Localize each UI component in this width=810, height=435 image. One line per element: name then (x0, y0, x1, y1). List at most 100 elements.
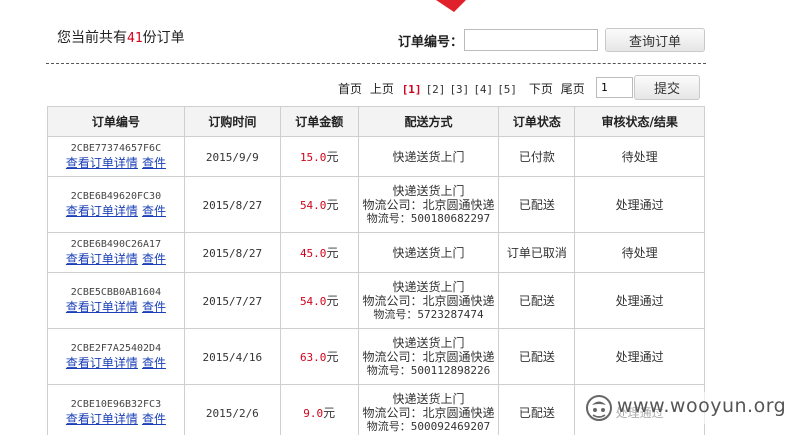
order-date: 2015/8/27 (202, 246, 263, 260)
last-page-link[interactable]: 尾页 (561, 82, 585, 96)
order-time-cell: 2015/8/27 (183, 232, 281, 273)
order-time-cell: 2015/4/16 (183, 328, 281, 385)
order-date: 2015/2/6 (205, 406, 259, 420)
order-id: 2CBE2F7A25402D4 (70, 342, 162, 354)
shipping-cell: 快递送货上门 (357, 232, 500, 273)
order-id: 2CBE77374657F6C (70, 142, 162, 154)
view-order-detail-link[interactable]: 查看订单详情 (66, 252, 138, 266)
order-id-cell: 2CBE6B49620FC30 查看订单详情 查件 (47, 176, 185, 233)
shipping-line: 快递送货上门 (392, 335, 465, 350)
order-id-cell: 2CBE6B490C26A17 查看订单详情 查件 (47, 232, 185, 273)
shipping-cell: 快递送货上门 (357, 136, 500, 177)
page-number-input[interactable] (596, 77, 633, 98)
order-date: 2015/8/27 (202, 198, 263, 212)
shipping-line: 快递送货上门 (392, 279, 465, 294)
shipping-line: 物流号：500180682297 (366, 211, 491, 225)
dashed-divider (46, 63, 706, 64)
order-id-cell: 2CBE2F7A25402D4 查看订单详情 查件 (47, 328, 185, 385)
order-id-cell: 2CBE10E96B32FC3 查看订单详情 查件 (47, 384, 185, 435)
view-order-detail-link[interactable]: 查看订单详情 (66, 356, 138, 370)
page-link-2[interactable]: [2] (426, 83, 446, 96)
order-id-input[interactable] (464, 29, 598, 51)
view-order-detail-link[interactable]: 查看订单详情 (66, 156, 138, 170)
table-row: 2CBE2F7A25402D4 查看订单详情 查件 2015/4/16 63.0元 快递送… (47, 328, 705, 385)
order-count-text: 您当前共有41份订单 (57, 30, 185, 46)
col-header-review: 审核状态/结果 (574, 106, 705, 137)
currency-unit: 元 (326, 350, 339, 364)
col-header-status: 订单状态 (498, 106, 576, 137)
amount-cell: 15.0元 (279, 136, 359, 177)
amount-cell: 54.0元 (279, 272, 359, 329)
order-id: 2CBE10E96B32FC3 (70, 398, 162, 410)
prev-page-link[interactable]: 上页 (370, 82, 394, 96)
page-link-3[interactable]: [3] (449, 83, 469, 96)
shipping-line: 物流号：5723287474 (373, 307, 484, 321)
table-row: 2CBE6B49620FC30 查看订单详情 查件 2015/8/27 54.0元 快递送… (47, 176, 705, 233)
page-submit-button[interactable]: 提交 (634, 75, 700, 100)
order-date: 2015/9/9 (205, 150, 259, 164)
shipping-cell: 快递送货上门 物流公司：北京圆通快递 物流号：500180682297 (357, 176, 500, 233)
shipping-cell: 快递送货上门 物流公司：北京圆通快递 物流号：500112898226 (357, 328, 500, 385)
review-cell: 处理通过 (574, 176, 705, 233)
track-shipment-link[interactable]: 查件 (142, 412, 166, 426)
table-header-row: 订单编号 订购时间 订单金额 配送方式 订单状态 审核状态/结果 (47, 106, 705, 137)
track-shipment-link[interactable]: 查件 (142, 252, 166, 266)
amount-cell: 45.0元 (279, 232, 359, 273)
order-id-label: 订单编号： (398, 35, 464, 50)
order-id: 2CBE5CBB0AB1604 (70, 286, 162, 298)
page-link-1[interactable]: [1] (402, 83, 422, 96)
status-cell: 已配送 (498, 176, 576, 233)
order-amount: 63.0 (299, 351, 327, 364)
shipping-line: 快递送货上门 (392, 391, 465, 406)
shipping-line: 物流公司：北京圆通快递 (362, 197, 495, 212)
order-count: 41 (127, 31, 143, 46)
table-row: 2CBE77374657F6C 查看订单详情 查件 2015/9/9 15.0元 快递送货… (47, 136, 705, 177)
shipping-cell: 快递送货上门 物流公司：北京圆通快递 物流号：5723287474 (357, 272, 500, 329)
order-id-cell: 2CBE5CBB0AB1604 查看订单详情 查件 (47, 272, 185, 329)
order-time-cell: 2015/7/27 (183, 272, 281, 329)
currency-unit: 元 (326, 294, 339, 308)
shipping-cell: 快递送货上门 物流公司：北京圆通快递 物流号：500092469207 (357, 384, 500, 435)
order-date: 2015/4/16 (202, 350, 263, 364)
page-link-4[interactable]: [4] (473, 83, 493, 96)
currency-unit: 元 (323, 406, 336, 420)
track-shipment-link[interactable]: 查件 (142, 156, 166, 170)
order-amount: 54.0 (299, 295, 327, 308)
col-header-amount: 订单金额 (279, 106, 359, 137)
order-date: 2015/7/27 (202, 294, 263, 308)
amount-cell: 54.0元 (279, 176, 359, 233)
shipping-line: 物流号：500112898226 (366, 363, 491, 377)
shipping-line: 快递送货上门 (392, 149, 465, 164)
order-id: 2CBE6B490C26A17 (70, 238, 162, 250)
order-amount: 9.0 (303, 407, 324, 420)
next-page-link[interactable]: 下页 (529, 82, 553, 96)
shipping-line: 物流号：500092469207 (366, 419, 491, 433)
table-row: 2CBE6B490C26A17 查看订单详情 查件 2015/8/27 45.0元 快递送… (47, 232, 705, 273)
shipping-line: 物流公司：北京圆通快递 (362, 349, 495, 364)
order-time-cell: 2015/8/27 (183, 176, 281, 233)
review-cell: 待处理 (574, 136, 705, 177)
view-order-detail-link[interactable]: 查看订单详情 (66, 204, 138, 218)
currency-unit: 元 (326, 246, 339, 260)
col-header-order-id: 订单编号 (47, 106, 185, 137)
review-cell: 待处理 (574, 232, 705, 273)
shipping-line: 快递送货上门 (392, 245, 465, 260)
track-shipment-link[interactable]: 查件 (142, 204, 166, 218)
search-order-button[interactable]: 查询订单 (605, 28, 705, 52)
shipping-line: 物流公司：北京圆通快递 (362, 293, 495, 308)
shipping-line: 快递送货上门 (392, 183, 465, 198)
order-time-cell: 2015/9/9 (183, 136, 281, 177)
pagination: 首页 上页 [1] [2] [3] [4] [5] 下页 尾页 (338, 80, 589, 97)
view-order-detail-link[interactable]: 查看订单详情 (66, 412, 138, 426)
view-order-detail-link[interactable]: 查看订单详情 (66, 300, 138, 314)
track-shipment-link[interactable]: 查件 (142, 300, 166, 314)
orders-table: 订单编号 订购时间 订单金额 配送方式 订单状态 审核状态/结果 2CBE773… (47, 106, 705, 435)
review-cell: 处理通过 (574, 328, 705, 385)
amount-cell: 9.0元 (279, 384, 359, 435)
page-link-5[interactable]: [5] (497, 83, 517, 96)
amount-cell: 63.0元 (279, 328, 359, 385)
track-shipment-link[interactable]: 查件 (142, 356, 166, 370)
first-page-link[interactable]: 首页 (338, 82, 362, 96)
order-amount: 15.0 (299, 151, 327, 164)
status-cell: 订单已取消 (498, 232, 576, 273)
